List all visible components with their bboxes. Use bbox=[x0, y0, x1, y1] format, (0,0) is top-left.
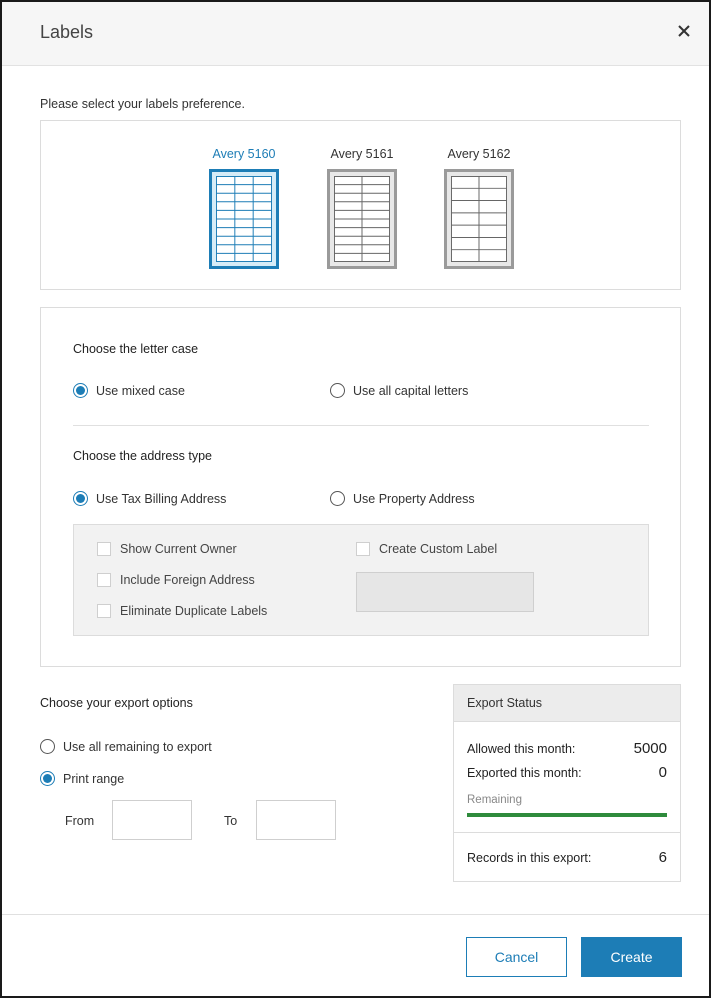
radio-property-address[interactable]: Use Property Address bbox=[330, 491, 475, 506]
remaining-progress-bar bbox=[467, 813, 667, 817]
label-sheet-preview bbox=[327, 169, 397, 269]
checkbox-label: Create Custom Label bbox=[379, 542, 498, 556]
radio-tax-billing-address[interactable]: Use Tax Billing Address bbox=[73, 491, 226, 506]
exported-this-month-row: Exported this month: 0 bbox=[467, 764, 667, 781]
range-to-input[interactable] bbox=[256, 800, 336, 840]
sheet-grid-3col bbox=[216, 176, 272, 262]
radio-label: Use Tax Billing Address bbox=[96, 491, 227, 506]
label-option-name: Avery 5160 bbox=[212, 147, 276, 161]
radio-button[interactable] bbox=[73, 383, 88, 398]
records-in-export-row: Records in this export: 6 bbox=[467, 849, 667, 866]
label-option-avery-5160[interactable]: Avery 5160 bbox=[208, 147, 280, 269]
allowed-this-month-row: Allowed this month: 5000 bbox=[467, 740, 667, 757]
footer-divider bbox=[2, 914, 709, 915]
checkbox-label: Include Foreign Address bbox=[120, 573, 255, 587]
radio-all-capitals[interactable]: Use all capital letters bbox=[330, 383, 468, 398]
checkbox-create-custom-label[interactable]: Create Custom Label bbox=[356, 542, 497, 556]
radio-button[interactable] bbox=[73, 491, 88, 506]
exported-value: 0 bbox=[658, 764, 667, 781]
label-option-avery-5161[interactable]: Avery 5161 bbox=[326, 147, 398, 269]
checkbox[interactable] bbox=[97, 542, 111, 556]
checkbox[interactable] bbox=[356, 542, 370, 556]
range-from-label: From bbox=[65, 814, 95, 828]
letter-case-title: Choose the letter case bbox=[73, 342, 199, 356]
radio-mixed-case[interactable]: Use mixed case bbox=[73, 383, 185, 398]
labels-dialog: Labels Please select your labels prefere… bbox=[0, 0, 711, 998]
allowed-label: Allowed this month: bbox=[467, 742, 576, 756]
radio-label: Use mixed case bbox=[96, 383, 185, 398]
records-value: 6 bbox=[658, 849, 667, 866]
sheet-grid-2col bbox=[334, 176, 390, 262]
radio-label: Print range bbox=[63, 771, 125, 786]
radio-button[interactable] bbox=[330, 383, 345, 398]
radio-label: Use all capital letters bbox=[353, 383, 469, 398]
custom-label-input[interactable] bbox=[356, 572, 534, 612]
radio-label: Use all remaining to export bbox=[63, 739, 212, 754]
label-options-panel: Choose the letter case Use mixed case Us… bbox=[40, 307, 681, 667]
radio-button[interactable] bbox=[330, 491, 345, 506]
label-option-avery-5162[interactable]: Avery 5162 bbox=[443, 147, 515, 269]
exported-label: Exported this month: bbox=[467, 766, 582, 780]
label-type-picker: Avery 5160 Avery 5161 Avery 5162 bbox=[40, 120, 681, 290]
label-sheet-preview bbox=[209, 169, 279, 269]
close-icon[interactable] bbox=[673, 20, 695, 42]
checkbox-label: Eliminate Duplicate Labels bbox=[120, 604, 268, 618]
checkbox-label: Show Current Owner bbox=[120, 542, 237, 556]
export-status-panel: Export Status Allowed this month: 5000 E… bbox=[453, 684, 681, 882]
checkbox-include-foreign-address[interactable]: Include Foreign Address bbox=[97, 573, 255, 587]
status-divider bbox=[454, 832, 680, 833]
address-options-box: Show Current Owner Include Foreign Addre… bbox=[73, 524, 649, 636]
section-divider bbox=[73, 425, 649, 426]
export-status-title: Export Status bbox=[454, 685, 680, 722]
dialog-header: Labels bbox=[2, 2, 709, 66]
labels-prompt: Please select your labels preference. bbox=[40, 97, 245, 111]
radio-label: Use Property Address bbox=[353, 491, 475, 506]
sheet-grid-2col-large bbox=[451, 176, 507, 262]
allowed-value: 5000 bbox=[633, 740, 667, 757]
remaining-label: Remaining bbox=[467, 794, 522, 806]
radio-button[interactable] bbox=[40, 739, 55, 754]
create-button[interactable]: Create bbox=[581, 937, 682, 977]
checkbox[interactable] bbox=[97, 604, 111, 618]
cancel-button[interactable]: Cancel bbox=[466, 937, 567, 977]
radio-button[interactable] bbox=[40, 771, 55, 786]
remaining-progress-fill bbox=[467, 813, 667, 817]
checkbox-show-current-owner[interactable]: Show Current Owner bbox=[97, 542, 237, 556]
label-option-name: Avery 5161 bbox=[330, 147, 394, 161]
checkbox[interactable] bbox=[97, 573, 111, 587]
address-type-title: Choose the address type bbox=[73, 449, 212, 463]
radio-print-range[interactable]: Print range bbox=[40, 771, 124, 786]
label-option-name: Avery 5162 bbox=[447, 147, 511, 161]
range-to-label: To bbox=[224, 814, 238, 828]
checkbox-eliminate-duplicate-labels[interactable]: Eliminate Duplicate Labels bbox=[97, 604, 267, 618]
records-label: Records in this export: bbox=[467, 851, 592, 865]
radio-use-all-remaining[interactable]: Use all remaining to export bbox=[40, 739, 212, 754]
range-from-input[interactable] bbox=[112, 800, 192, 840]
dialog-title: Labels bbox=[40, 22, 94, 42]
label-sheet-preview bbox=[444, 169, 514, 269]
export-options-title: Choose your export options bbox=[40, 696, 193, 710]
